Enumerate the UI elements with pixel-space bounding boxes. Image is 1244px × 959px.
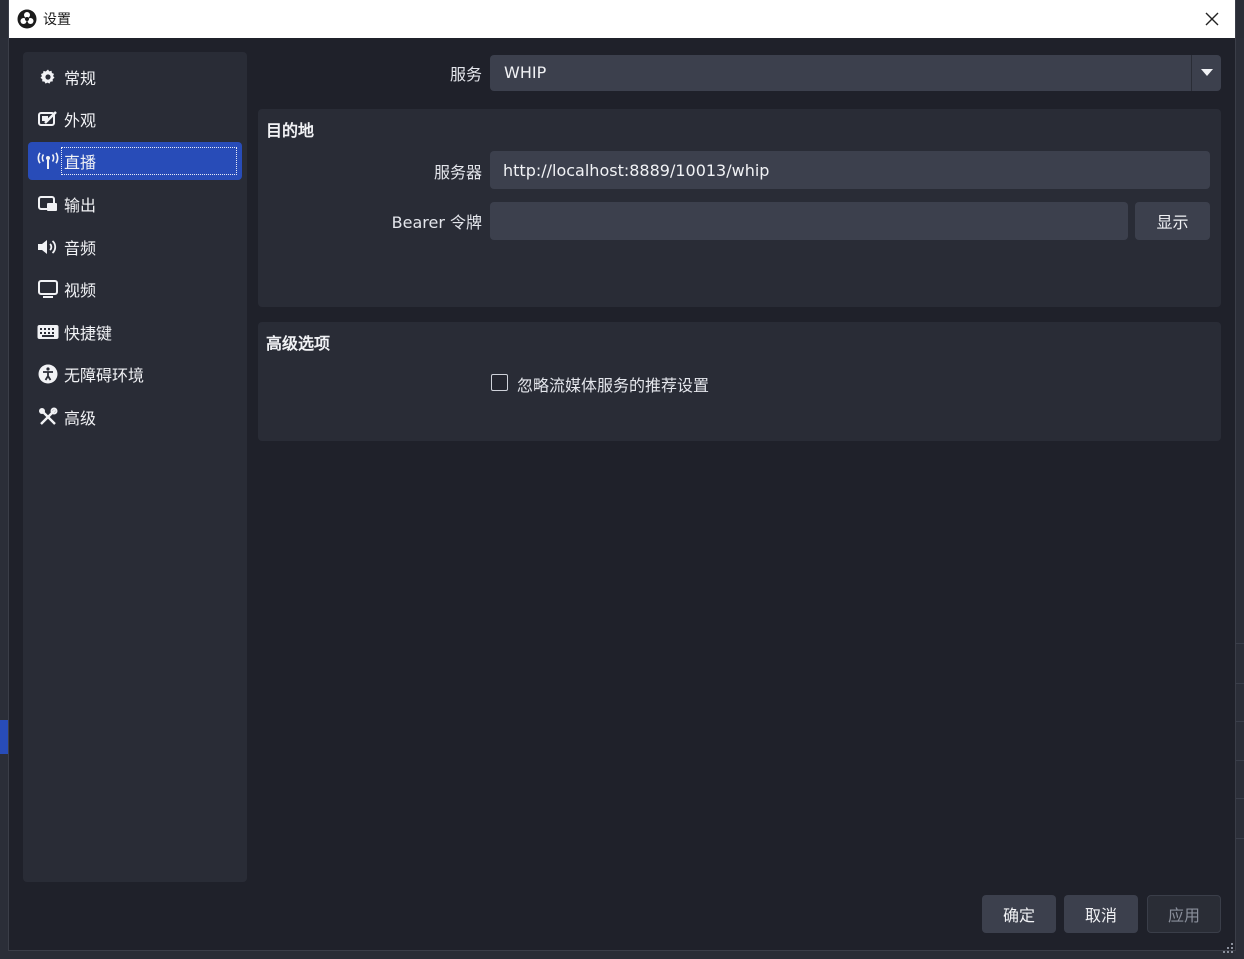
tools-icon bbox=[37, 406, 59, 428]
gear-icon bbox=[37, 66, 59, 88]
sidebar-item-label: 音频 bbox=[64, 239, 97, 258]
sidebar-item-video[interactable]: 视频 bbox=[28, 270, 242, 308]
sidebar-item-label: 输出 bbox=[64, 196, 97, 215]
title-bar: 设置 bbox=[9, 0, 1235, 38]
close-icon bbox=[1205, 12, 1219, 26]
background-selected-row bbox=[0, 720, 8, 754]
sidebar-item-appearance[interactable]: 外观 bbox=[28, 100, 242, 138]
background-right-edge bbox=[1234, 38, 1244, 959]
service-label: 服务 bbox=[449, 65, 482, 84]
sidebar-item-label: 直播 bbox=[61, 147, 237, 175]
sidebar-item-audio[interactable]: 音频 bbox=[28, 228, 242, 266]
sidebar-item-label: 常规 bbox=[64, 69, 97, 88]
keyboard-icon bbox=[37, 321, 59, 343]
sidebar-item-advanced[interactable]: 高级 bbox=[28, 398, 242, 436]
resize-grip-icon[interactable] bbox=[1223, 938, 1233, 953]
close-button[interactable] bbox=[1201, 8, 1223, 30]
accessibility-icon bbox=[37, 363, 59, 385]
appearance-icon bbox=[37, 108, 59, 130]
server-label: 服务器 bbox=[433, 163, 482, 182]
settings-dialog: 设置 常规 外观 直播 输出 音频 视频 快捷键 无障碍环境 高级 服务 WHI… bbox=[9, 0, 1235, 953]
sidebar-item-label: 外观 bbox=[64, 111, 97, 130]
settings-sidebar: 常规 外观 直播 输出 音频 视频 快捷键 无障碍环境 高级 bbox=[23, 52, 247, 882]
sidebar-item-label: 高级 bbox=[64, 409, 97, 428]
sidebar-item-stream[interactable]: 直播 bbox=[28, 142, 242, 180]
monitor-icon bbox=[37, 278, 59, 300]
sidebar-item-label: 无障碍环境 bbox=[64, 366, 145, 385]
output-icon bbox=[37, 193, 59, 215]
window-title: 设置 bbox=[43, 12, 71, 28]
cancel-button[interactable]: 取消 bbox=[1064, 895, 1138, 933]
sidebar-item-hotkeys[interactable]: 快捷键 bbox=[28, 313, 242, 351]
antenna-icon bbox=[37, 150, 59, 172]
sidebar-item-general[interactable]: 常规 bbox=[28, 58, 242, 96]
ignore-recommendations-label[interactable]: 忽略流媒体服务的推荐设置 bbox=[517, 372, 709, 396]
ok-button[interactable]: 确定 bbox=[982, 895, 1056, 933]
sidebar-item-output[interactable]: 输出 bbox=[28, 185, 242, 223]
apply-button[interactable]: 应用 bbox=[1147, 895, 1221, 933]
show-token-button[interactable]: 显示 bbox=[1135, 202, 1210, 240]
server-input[interactable]: http://localhost:8889/10013/whip bbox=[490, 151, 1210, 189]
sidebar-item-accessibility[interactable]: 无障碍环境 bbox=[28, 355, 242, 393]
chevron-down-icon bbox=[1191, 55, 1221, 91]
bearer-token-input[interactable] bbox=[490, 202, 1128, 240]
service-value: WHIP bbox=[504, 63, 547, 82]
obs-logo-icon bbox=[17, 9, 37, 29]
sidebar-item-label: 快捷键 bbox=[64, 324, 113, 343]
sidebar-item-label: 视频 bbox=[64, 281, 97, 300]
server-value: http://localhost:8889/10013/whip bbox=[503, 161, 770, 180]
service-dropdown[interactable]: WHIP bbox=[490, 55, 1221, 91]
ignore-recommendations-checkbox[interactable] bbox=[491, 374, 508, 391]
advanced-options-title: 高级选项 bbox=[266, 334, 331, 353]
bearer-token-label: Bearer 令牌 bbox=[391, 213, 482, 232]
speaker-icon bbox=[37, 236, 59, 258]
destination-title: 目的地 bbox=[266, 121, 315, 140]
advanced-options-group: 高级选项 bbox=[258, 322, 1221, 441]
